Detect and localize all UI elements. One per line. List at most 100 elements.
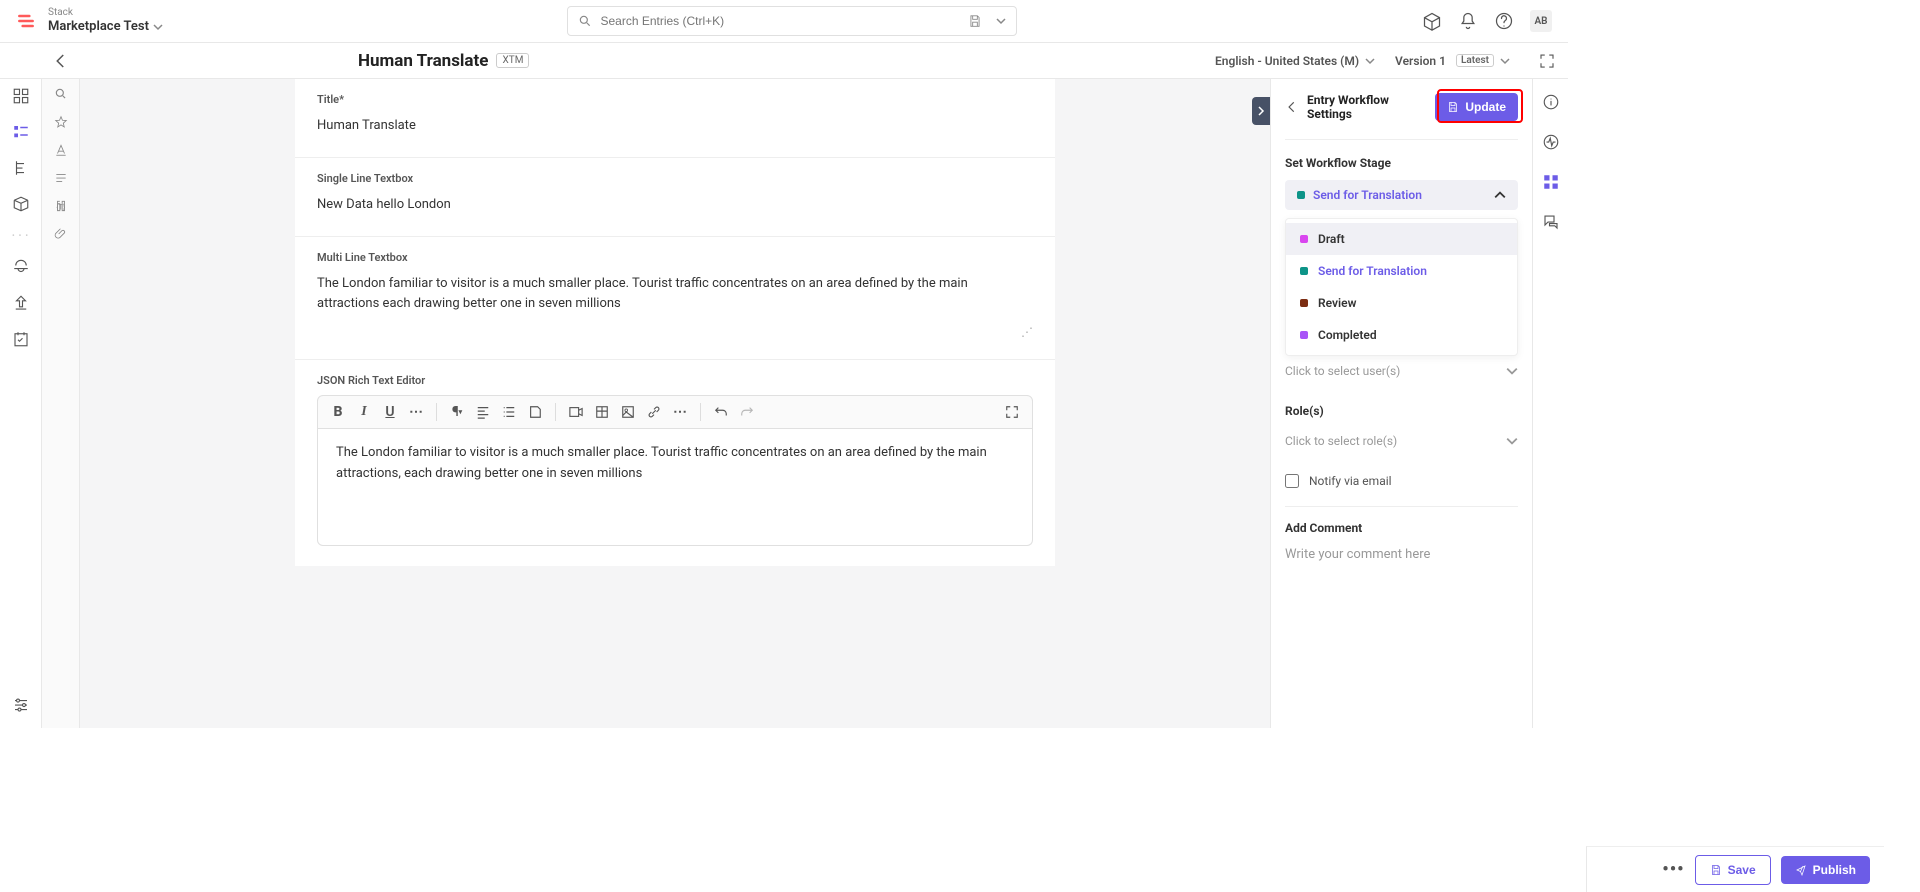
form-scroll[interactable]: Title* Human Translate Single Line Textb… <box>80 79 1270 728</box>
more-actions-button[interactable]: ••• <box>1662 859 1684 880</box>
image-button[interactable] <box>618 402 638 422</box>
publish-icon <box>1795 864 1807 876</box>
entry-footer: ••• Save Publish <box>1586 846 1884 892</box>
stage-item-send-for-translation[interactable]: Send for Translation <box>1286 255 1517 287</box>
search-box[interactable] <box>567 6 1017 36</box>
panel-title: Entry Workflow Settings <box>1307 93 1427 121</box>
search-icon[interactable] <box>54 87 68 101</box>
attachment-icon[interactable] <box>54 227 68 241</box>
panel-collapse-tab[interactable] <box>1252 97 1270 125</box>
table-button[interactable] <box>592 402 612 422</box>
bold-button[interactable]: B <box>328 402 348 422</box>
bell-icon[interactable] <box>1458 11 1478 31</box>
assets-icon[interactable] <box>12 195 30 213</box>
text-field-icon[interactable] <box>54 143 68 157</box>
more-insert-button[interactable]: ⋯ <box>670 402 690 422</box>
field-label: Single Line Textbox <box>317 172 1033 185</box>
multi-line-field[interactable]: Multi Line Textbox The London familiar t… <box>295 237 1055 361</box>
content-models-icon[interactable] <box>12 159 30 177</box>
chevron-up-icon <box>1494 189 1506 201</box>
user-avatar[interactable]: AB <box>1530 10 1552 32</box>
right-panel: Entry Workflow Settings Update Set Workf… <box>1270 79 1568 728</box>
panel-header: Entry Workflow Settings Update <box>1285 93 1518 121</box>
fullscreen-rte-button[interactable] <box>1002 402 1022 422</box>
entry-title-area: Human Translate XTM <box>358 51 529 71</box>
roles-select[interactable]: Click to select role(s) <box>1285 426 1518 456</box>
box-icon[interactable] <box>1422 11 1442 31</box>
info-icon[interactable] <box>1542 93 1560 111</box>
search-input[interactable] <box>600 14 956 28</box>
notify-checkbox[interactable] <box>1285 474 1299 488</box>
search-wrap <box>163 6 1422 36</box>
app-logo-icon <box>16 11 36 31</box>
stage-section: Set Workflow Stage Send for Translation … <box>1285 139 1518 488</box>
rte-icon[interactable]: {T} <box>54 199 68 213</box>
stack-info[interactable]: Stack Marketplace Test <box>48 7 163 35</box>
field-value[interactable]: Human Translate <box>317 116 1033 137</box>
stage-select[interactable]: Send for Translation <box>1285 180 1518 210</box>
resize-handle-icon[interactable]: ⋰ <box>317 325 1033 339</box>
rte-content[interactable]: The London familiar to visitor is a much… <box>317 429 1033 546</box>
main-area: • • • {T} Title* Human Translate Single … <box>0 79 1568 728</box>
tasks-icon[interactable] <box>12 330 30 348</box>
dashboard-icon[interactable] <box>12 87 30 105</box>
comment-section: Add Comment Write your comment here <box>1285 506 1518 566</box>
search-icon <box>578 14 592 28</box>
comment-input[interactable]: Write your comment here <box>1285 543 1518 566</box>
paragraph-button[interactable]: ¶▾ <box>447 402 467 422</box>
stage-color-dot <box>1300 235 1308 243</box>
field-value[interactable]: The London familiar to visitor is a much… <box>317 274 1033 316</box>
insert-button[interactable] <box>525 402 545 422</box>
stage-color-dot <box>1300 331 1308 339</box>
field-value[interactable]: New Data hello London <box>317 195 1033 216</box>
fullscreen-icon[interactable] <box>1538 52 1556 70</box>
stage-item-review[interactable]: Review <box>1286 287 1517 319</box>
list-button[interactable] <box>499 402 519 422</box>
underline-button[interactable]: U <box>380 402 400 422</box>
more-formatting-button[interactable]: ⋯ <box>406 402 426 422</box>
settings-icon[interactable] <box>12 696 30 714</box>
save-small-icon[interactable] <box>968 14 982 28</box>
save-button[interactable]: Save <box>1695 855 1771 885</box>
multiline-icon[interactable] <box>54 171 68 185</box>
stage-item-draft[interactable]: Draft <box>1286 223 1517 255</box>
publish-queue-icon[interactable] <box>12 294 30 312</box>
right-tool-rail <box>1532 79 1568 728</box>
section-label: Set Workflow Stage <box>1285 156 1518 170</box>
update-button[interactable]: Update <box>1435 93 1518 121</box>
back-arrow-icon[interactable] <box>52 52 70 70</box>
link-button[interactable] <box>644 402 664 422</box>
chevron-down-icon <box>1506 435 1518 447</box>
users-select[interactable]: Click to select user(s) <box>1285 356 1518 386</box>
comments-icon[interactable] <box>1542 213 1560 231</box>
field-label: JSON Rich Text Editor <box>317 374 1033 387</box>
workflow-panel: Entry Workflow Settings Update Set Workf… <box>1271 79 1532 728</box>
help-icon[interactable] <box>1494 11 1514 31</box>
chevron-right-icon <box>1256 106 1266 116</box>
stage-dropdown-menu: Draft Send for Translation Review Comple… <box>1285 218 1518 356</box>
entry-meta: English - United States (M) Version 1 La… <box>1215 52 1556 70</box>
publish-button[interactable]: Publish <box>1781 856 1870 884</box>
top-header: Stack Marketplace Test AB <box>0 0 1568 43</box>
rte-field: JSON Rich Text Editor B I U ⋯ ¶▾ <box>295 360 1055 566</box>
single-line-field[interactable]: Single Line Textbox New Data hello Londo… <box>295 158 1055 237</box>
back-arrow-icon[interactable] <box>1285 100 1299 114</box>
italic-button[interactable]: I <box>354 402 374 422</box>
svg-text:{T}: {T} <box>56 203 66 212</box>
video-button[interactable] <box>566 402 586 422</box>
entries-icon[interactable] <box>12 123 30 141</box>
widgets-icon[interactable] <box>1542 173 1560 191</box>
star-icon[interactable] <box>54 115 68 129</box>
chevron-down-icon[interactable] <box>996 16 1006 26</box>
title-field[interactable]: Title* Human Translate <box>295 79 1055 158</box>
version-dropdown[interactable]: Version 1 Latest <box>1395 54 1510 68</box>
releases-icon[interactable] <box>12 258 30 276</box>
redo-button[interactable] <box>737 402 757 422</box>
undo-button[interactable] <box>711 402 731 422</box>
stage-item-completed[interactable]: Completed <box>1286 319 1517 351</box>
align-button[interactable] <box>473 402 493 422</box>
activity-icon[interactable] <box>1542 133 1560 151</box>
notify-checkbox-row[interactable]: Notify via email <box>1285 474 1518 488</box>
locale-dropdown[interactable]: English - United States (M) <box>1215 54 1375 68</box>
entry-title: Human Translate <box>358 51 488 71</box>
